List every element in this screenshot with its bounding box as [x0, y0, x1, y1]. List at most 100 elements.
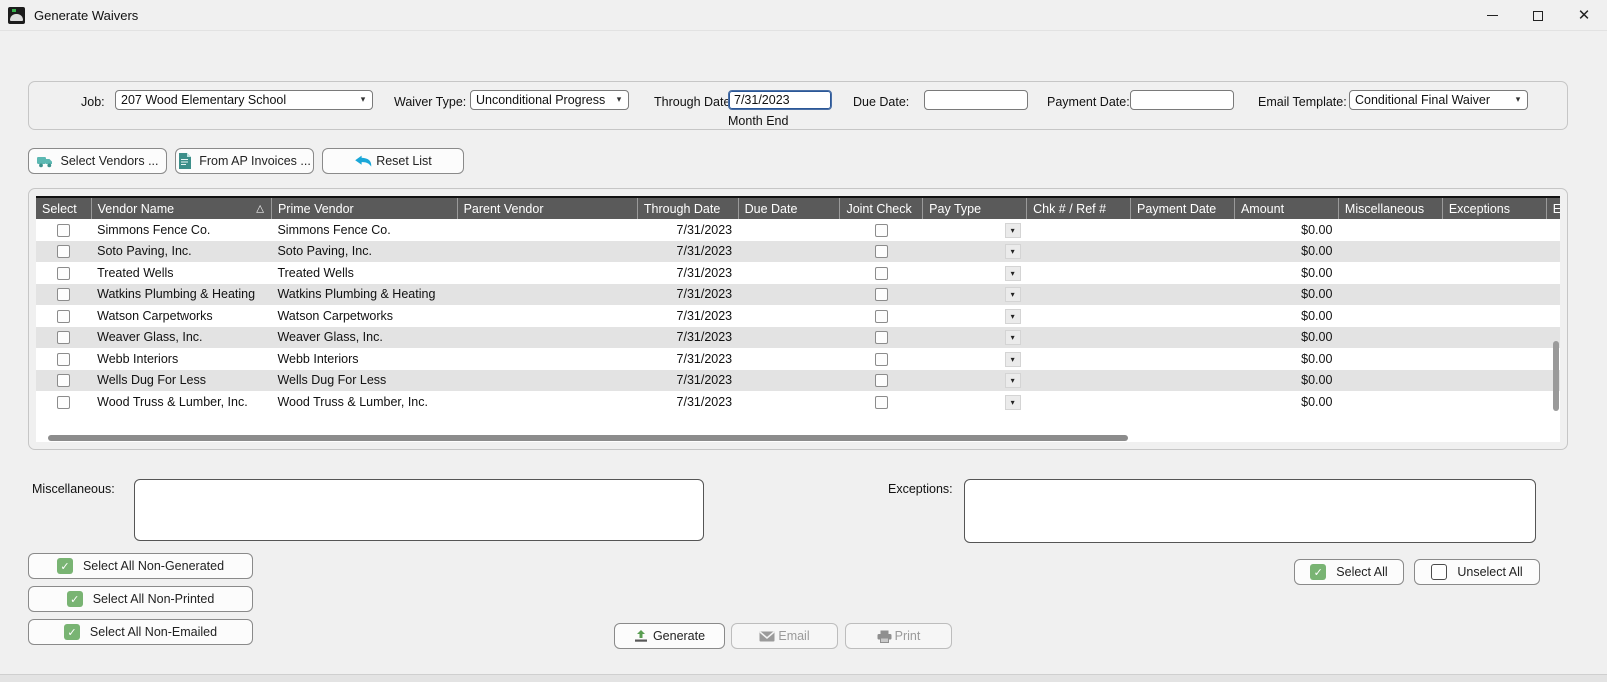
table-row[interactable]: Simmons Fence Co. Simmons Fence Co. 7/31/2…	[36, 219, 1560, 241]
table-row[interactable]: Wood Truss & Lumber, Inc. Wood Truss & Lu…	[36, 391, 1560, 413]
cell-joint-check[interactable]	[840, 348, 923, 370]
select-vendors-button[interactable]: Select Vendors ...	[28, 148, 167, 174]
table-row[interactable]: Wells Dug For Less Wells Dug For Less 7/31…	[36, 369, 1560, 392]
joint-check-checkbox[interactable]	[874, 309, 888, 323]
pay-type-dropdown-icon[interactable]: ▾	[1004, 373, 1021, 389]
pay-type-dropdown-icon[interactable]: ▾	[1004, 244, 1021, 260]
pay-type-dropdown-icon[interactable]: ▾	[1004, 222, 1021, 238]
col-parent-vendor[interactable]: Parent Vendor	[457, 196, 638, 219]
close-button[interactable]: ✕	[1561, 0, 1607, 31]
joint-check-checkbox[interactable]	[874, 223, 888, 237]
row-select-cell[interactable]	[36, 327, 91, 349]
row-select-cell[interactable]	[36, 348, 91, 370]
col-prime-vendor[interactable]: Prime Vendor	[271, 196, 458, 219]
pay-type-dropdown-icon[interactable]: ▾	[1004, 287, 1021, 303]
minimize-button[interactable]	[1469, 0, 1515, 31]
col-joint-check[interactable]: Joint Check	[839, 196, 924, 219]
unselect-all-button[interactable]: Unselect All	[1414, 559, 1540, 585]
row-select-checkbox[interactable]	[57, 288, 71, 302]
grid-horizontal-scrollbar[interactable]	[36, 434, 1560, 442]
exceptions-textarea[interactable]	[964, 479, 1536, 543]
cell-pay-type[interactable]: ▾	[923, 305, 1027, 327]
cell-pay-type[interactable]: ▾	[923, 241, 1027, 263]
cell-joint-check[interactable]	[840, 219, 923, 241]
cell-joint-check[interactable]	[840, 241, 923, 263]
pay-type-dropdown-icon[interactable]: ▾	[1004, 394, 1021, 410]
col-amount[interactable]: Amount	[1234, 196, 1339, 219]
joint-check-checkbox[interactable]	[874, 245, 888, 259]
joint-check-checkbox[interactable]	[874, 331, 888, 345]
select-all-non-generated-button[interactable]: ✓ Select All Non-Generated	[28, 553, 253, 579]
row-select-checkbox[interactable]	[57, 395, 71, 409]
table-row[interactable]: Weaver Glass, Inc. Weaver Glass, Inc. 7/31…	[36, 326, 1560, 349]
row-select-checkbox[interactable]	[57, 331, 71, 345]
col-payment-date[interactable]: Payment Date	[1130, 196, 1235, 219]
pay-type-dropdown-icon[interactable]: ▾	[1004, 351, 1021, 367]
due-date-input[interactable]	[924, 90, 1028, 110]
payment-date-input[interactable]	[1130, 90, 1234, 110]
row-select-checkbox[interactable]	[57, 245, 71, 259]
col-pay-type[interactable]: Pay Type	[922, 196, 1028, 219]
cell-joint-check[interactable]	[840, 284, 923, 306]
cell-joint-check[interactable]	[840, 305, 923, 327]
cell-joint-check[interactable]	[840, 391, 923, 413]
cell-pay-type[interactable]: ▾	[923, 327, 1027, 349]
select-all-non-emailed-button[interactable]: ✓ Select All Non-Emailed	[28, 619, 253, 645]
row-select-cell[interactable]	[36, 262, 91, 284]
from-ap-invoices-button[interactable]: From AP Invoices ...	[175, 148, 314, 174]
row-select-cell[interactable]	[36, 284, 91, 306]
cell-pay-type[interactable]: ▾	[923, 284, 1027, 306]
cell-pay-type[interactable]: ▾	[923, 348, 1027, 370]
grid-vertical-scrollbar[interactable]	[1552, 196, 1560, 442]
row-select-cell[interactable]	[36, 219, 91, 241]
select-all-non-printed-button[interactable]: ✓ Select All Non-Printed	[28, 586, 253, 612]
row-select-checkbox[interactable]	[57, 309, 71, 323]
col-select[interactable]: Select	[36, 196, 92, 219]
table-row[interactable]: Webb Interiors Webb Interiors 7/31/2023 ▾ $0…	[36, 348, 1560, 370]
cell-joint-check[interactable]	[840, 327, 923, 349]
pay-type-dropdown-icon[interactable]: ▾	[1004, 330, 1021, 346]
row-select-checkbox[interactable]	[57, 352, 71, 366]
joint-check-checkbox[interactable]	[874, 352, 888, 366]
job-select[interactable]: 207 Wood Elementary School ▾	[115, 90, 373, 110]
row-select-cell[interactable]	[36, 305, 91, 327]
joint-check-checkbox[interactable]	[874, 266, 888, 280]
grid-horizontal-scroll-thumb[interactable]	[48, 435, 1128, 441]
joint-check-checkbox[interactable]	[874, 395, 888, 409]
pay-type-dropdown-icon[interactable]: ▾	[1004, 308, 1021, 324]
col-exceptions[interactable]: Exceptions	[1442, 196, 1547, 219]
email-button[interactable]: Email	[731, 623, 838, 649]
waiver-type-select[interactable]: Unconditional Progress ▾	[470, 90, 629, 110]
generate-button[interactable]: Generate	[614, 623, 725, 649]
table-row[interactable]: Treated Wells Treated Wells 7/31/2023 ▾ $0.0…	[36, 262, 1560, 284]
cell-pay-type[interactable]: ▾	[923, 391, 1027, 413]
cell-joint-check[interactable]	[840, 262, 923, 284]
col-chk-ref[interactable]: Chk # / Ref #	[1026, 196, 1132, 219]
row-select-cell[interactable]	[36, 241, 91, 263]
through-date-input[interactable]: 7/31/2023	[728, 90, 832, 110]
row-select-cell[interactable]	[36, 370, 91, 392]
vendor-grid[interactable]: Select Vendor Name △ Prime Vendor Parent…	[36, 196, 1560, 442]
cell-pay-type[interactable]: ▾	[923, 219, 1027, 241]
row-select-checkbox[interactable]	[57, 266, 71, 280]
row-select-cell[interactable]	[36, 391, 91, 413]
table-row[interactable]: Watson Carpetworks Watson Carpetworks 7/31…	[36, 305, 1560, 327]
joint-check-checkbox[interactable]	[874, 288, 888, 302]
col-through-date[interactable]: Through Date	[637, 196, 739, 219]
select-all-button[interactable]: ✓ Select All	[1294, 559, 1404, 585]
cell-pay-type[interactable]: ▾	[923, 262, 1027, 284]
row-select-checkbox[interactable]	[57, 223, 71, 237]
pay-type-dropdown-icon[interactable]: ▾	[1004, 265, 1021, 281]
col-due-date[interactable]: Due Date	[738, 196, 841, 219]
cell-pay-type[interactable]: ▾	[923, 370, 1027, 392]
email-template-select[interactable]: Conditional Final Waiver ▾	[1349, 90, 1528, 110]
grid-vertical-scroll-thumb[interactable]	[1553, 341, 1559, 411]
reset-list-button[interactable]: Reset List	[322, 148, 464, 174]
table-row[interactable]: Soto Paving, Inc. Soto Paving, Inc. 7/31/2…	[36, 240, 1560, 263]
table-row[interactable]: Watkins Plumbing & Heating Watkins Plumbi…	[36, 283, 1560, 306]
miscellaneous-textarea[interactable]	[134, 479, 704, 541]
col-vendor-name[interactable]: Vendor Name △	[91, 196, 272, 219]
print-button[interactable]: Print	[845, 623, 952, 649]
row-select-checkbox[interactable]	[57, 374, 71, 388]
maximize-button[interactable]	[1515, 0, 1561, 31]
